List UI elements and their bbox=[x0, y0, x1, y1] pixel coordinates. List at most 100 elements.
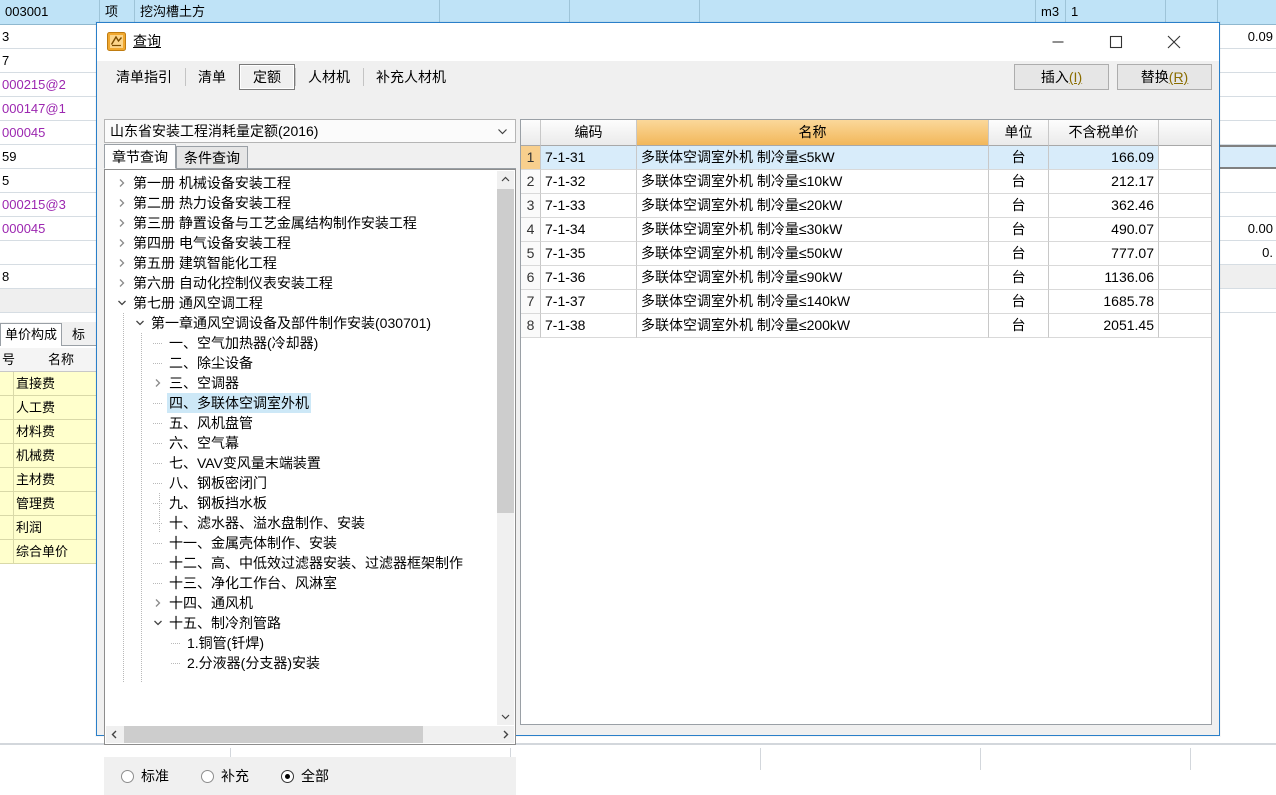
tree-hscroll-thumb[interactable] bbox=[124, 726, 423, 743]
cost-row[interactable]: 直接费 bbox=[0, 372, 99, 396]
chevron-right-icon[interactable] bbox=[114, 253, 130, 273]
action-button-插入[interactable]: 插入(I) bbox=[1014, 64, 1109, 90]
background-left-cell[interactable]: 7 bbox=[0, 49, 98, 73]
row-name[interactable]: 多联体空调室外机 制冷量≤5kW bbox=[637, 146, 989, 170]
tab-人材机[interactable]: 人材机 bbox=[295, 65, 363, 89]
scroll-left-icon[interactable] bbox=[106, 726, 123, 743]
scroll-down-icon[interactable] bbox=[497, 708, 514, 725]
row-unit[interactable]: 台 bbox=[989, 170, 1049, 194]
tree-node[interactable]: 四、多联体空调室外机 bbox=[106, 393, 497, 413]
query-mode-tabs[interactable]: 章节查询 条件查询 bbox=[104, 144, 516, 169]
background-right-cell[interactable] bbox=[1218, 193, 1276, 217]
quota-row[interactable]: 3 7-1-33 多联体空调室外机 制冷量≤20kW 台 362.46 bbox=[521, 194, 1211, 218]
row-unit[interactable]: 台 bbox=[989, 218, 1049, 242]
row-unit[interactable]: 台 bbox=[989, 146, 1049, 170]
quota-row[interactable]: 8 7-1-38 多联体空调室外机 制冷量≤200kW 台 2051.45 bbox=[521, 314, 1211, 338]
row-name[interactable]: 多联体空调室外机 制冷量≤30kW bbox=[637, 218, 989, 242]
scroll-up-icon[interactable] bbox=[497, 171, 514, 188]
tab-补充人材机[interactable]: 补充人材机 bbox=[363, 65, 459, 89]
chevron-right-icon[interactable] bbox=[114, 233, 130, 253]
tree-node[interactable]: 第四册 电气设备安装工程 bbox=[106, 233, 497, 253]
background-right-grid[interactable]: 0.09 0.00 0. bbox=[1218, 25, 1276, 325]
cost-row[interactable]: 综合单价 bbox=[0, 540, 99, 564]
quota-row[interactable]: 5 7-1-35 多联体空调室外机 制冷量≤50kW 台 777.07 bbox=[521, 242, 1211, 266]
row-name[interactable]: 多联体空调室外机 制冷量≤10kW bbox=[637, 170, 989, 194]
background-left-cell[interactable] bbox=[0, 241, 98, 265]
row-unit[interactable]: 台 bbox=[989, 266, 1049, 290]
background-left-grid[interactable]: 3 7 000215@2 000147@1 000045 59 5 000215@3 00004… bbox=[0, 25, 99, 315]
catalog-select[interactable]: 山东省安装工程消耗量定额(2016) bbox=[104, 119, 516, 143]
background-tab-单价构成[interactable]: 单价构成 bbox=[0, 323, 62, 346]
row-name[interactable]: 多联体空调室外机 制冷量≤90kW bbox=[637, 266, 989, 290]
row-index[interactable]: 7 bbox=[521, 290, 541, 314]
row-price[interactable]: 2051.45 bbox=[1049, 314, 1159, 338]
background-right-cell[interactable]: 0.00 bbox=[1218, 217, 1276, 241]
tab-定额[interactable]: 定额 bbox=[239, 64, 295, 90]
tab-清单指引[interactable]: 清单指引 bbox=[103, 65, 185, 89]
top-row-cell[interactable] bbox=[440, 0, 570, 24]
row-unit[interactable]: 台 bbox=[989, 314, 1049, 338]
tree-node[interactable]: 二、除尘设备 bbox=[106, 353, 497, 373]
row-name[interactable]: 多联体空调室外机 制冷量≤20kW bbox=[637, 194, 989, 218]
background-left-cell[interactable]: 000045 bbox=[0, 217, 98, 241]
row-code[interactable]: 7-1-36 bbox=[541, 266, 637, 290]
action-button-替换[interactable]: 替换(R) bbox=[1117, 64, 1212, 90]
minimize-icon[interactable] bbox=[1035, 23, 1081, 61]
top-row-cell[interactable]: 1 bbox=[1066, 0, 1166, 24]
quota-row[interactable]: 2 7-1-32 多联体空调室外机 制冷量≤10kW 台 212.17 bbox=[521, 170, 1211, 194]
row-price[interactable]: 1136.06 bbox=[1049, 266, 1159, 290]
cost-row[interactable]: 管理费 bbox=[0, 492, 99, 516]
column-header-index[interactable] bbox=[521, 120, 541, 146]
tree-vertical-scrollbar[interactable] bbox=[497, 171, 514, 725]
maximize-icon[interactable] bbox=[1093, 23, 1139, 61]
chevron-right-icon[interactable] bbox=[114, 273, 130, 293]
row-code[interactable]: 7-1-37 bbox=[541, 290, 637, 314]
tree-node[interactable]: 十四、通风机 bbox=[106, 593, 497, 613]
background-left-cell[interactable]: 5 bbox=[0, 169, 98, 193]
sub-tab-条件查询[interactable]: 条件查询 bbox=[176, 146, 248, 169]
row-code[interactable]: 7-1-32 bbox=[541, 170, 637, 194]
quota-grid[interactable]: 编码 名称 单位 不含税单价 1 7-1-31 多联体空调室外机 制冷量≤5kW 台 166.0… bbox=[521, 120, 1211, 338]
top-row-cell[interactable]: 挖沟槽土方 bbox=[135, 0, 440, 24]
row-index[interactable]: 5 bbox=[521, 242, 541, 266]
top-row-cell[interactable] bbox=[1166, 0, 1218, 24]
quota-row[interactable]: 7 7-1-37 多联体空调室外机 制冷量≤140kW 台 1685.78 bbox=[521, 290, 1211, 314]
tree-node[interactable]: 1.铜管(钎焊) bbox=[106, 633, 497, 653]
column-header-编码[interactable]: 编码 bbox=[541, 120, 637, 146]
row-name[interactable]: 多联体空调室外机 制冷量≤140kW bbox=[637, 290, 989, 314]
row-unit[interactable]: 台 bbox=[989, 290, 1049, 314]
chevron-right-icon[interactable] bbox=[150, 373, 166, 393]
background-left-cell[interactable]: 000147@1 bbox=[0, 97, 98, 121]
scroll-right-icon[interactable] bbox=[497, 726, 514, 743]
background-right-cell[interactable] bbox=[1218, 145, 1276, 169]
chevron-right-icon[interactable] bbox=[114, 213, 130, 233]
row-price[interactable]: 490.07 bbox=[1049, 218, 1159, 242]
row-index[interactable]: 3 bbox=[521, 194, 541, 218]
row-price[interactable]: 777.07 bbox=[1049, 242, 1159, 266]
chevron-down-icon[interactable] bbox=[114, 293, 130, 313]
top-row-cell[interactable] bbox=[570, 0, 700, 24]
tree-node[interactable]: 十五、制冷剂管路 bbox=[106, 613, 497, 633]
row-price[interactable]: 1685.78 bbox=[1049, 290, 1159, 314]
cost-row[interactable]: 主材费 bbox=[0, 468, 99, 492]
background-right-cell[interactable] bbox=[1218, 169, 1276, 193]
row-price[interactable]: 362.46 bbox=[1049, 194, 1159, 218]
row-index[interactable]: 6 bbox=[521, 266, 541, 290]
scope-radio-group[interactable]: 标准 补充 全部 bbox=[104, 757, 516, 795]
row-code[interactable]: 7-1-31 bbox=[541, 146, 637, 170]
row-code[interactable]: 7-1-33 bbox=[541, 194, 637, 218]
tree-node[interactable]: 九、钢板挡水板 bbox=[106, 493, 497, 513]
background-left-cell[interactable]: 000215@3 bbox=[0, 193, 98, 217]
tree-node[interactable]: 八、钢板密闭门 bbox=[106, 473, 497, 493]
background-right-cell[interactable] bbox=[1218, 73, 1276, 97]
tree-node[interactable]: 第一章通风空调设备及部件制作安装(030701) bbox=[106, 313, 497, 333]
tree-node[interactable]: 第七册 通风空调工程 bbox=[106, 293, 497, 313]
quota-row[interactable]: 4 7-1-34 多联体空调室外机 制冷量≤30kW 台 490.07 bbox=[521, 218, 1211, 242]
background-tab-strip[interactable]: 单价构成标 bbox=[0, 322, 99, 346]
dialog-tabs[interactable]: 清单指引 清单 定额 人材机 补充人材机 bbox=[103, 61, 459, 93]
tree-node[interactable]: 十二、高、中低效过滤器安装、过滤器框架制作 bbox=[106, 553, 497, 573]
row-name[interactable]: 多联体空调室外机 制冷量≤50kW bbox=[637, 242, 989, 266]
chapter-tree[interactable]: 第一册 机械设备安装工程 第二册 热力设备安装工程 第三册 静置设备与工艺金属结构制… bbox=[106, 173, 497, 683]
tab-清单[interactable]: 清单 bbox=[185, 65, 239, 89]
row-code[interactable]: 7-1-38 bbox=[541, 314, 637, 338]
